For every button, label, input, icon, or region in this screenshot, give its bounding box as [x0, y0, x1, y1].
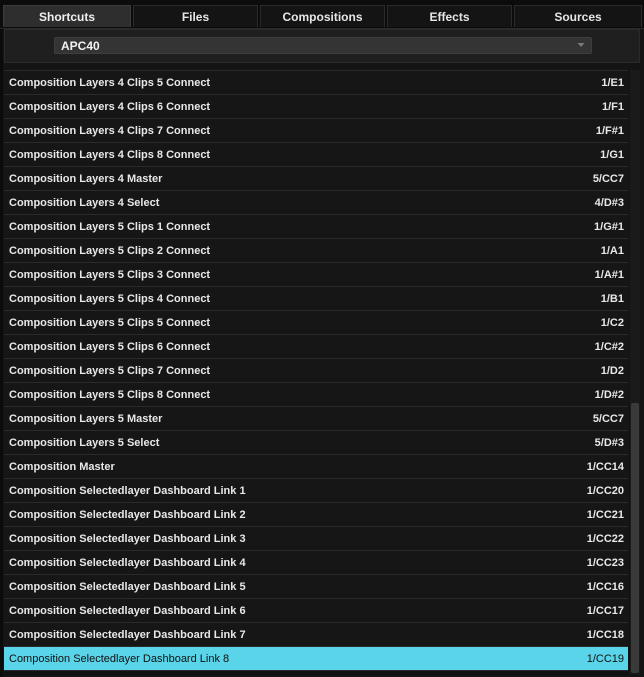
shortcut-key: 1/C#2	[594, 340, 624, 353]
shortcut-row[interactable]: Composition Layers 5 Clips 8 Connect 1/D#…	[4, 383, 628, 407]
device-select[interactable]: APC40	[54, 37, 592, 54]
shortcut-key: 5/CC7	[592, 412, 624, 425]
shortcut-row[interactable]: Composition Layers 4 Master 5/CC7	[4, 167, 628, 191]
shortcut-key: 1/C2	[600, 316, 624, 329]
shortcut-name: Composition Layers 4 Clips 8 Connect	[9, 148, 211, 161]
shortcut-name: Composition Master	[9, 460, 115, 473]
shortcut-row[interactable]: Composition Layers 5 Clips 4 Connect 1/B1	[4, 287, 628, 311]
scrollbar[interactable]	[630, 70, 640, 674]
shortcut-row[interactable]: Composition Selectedlayer Dashboard Link…	[4, 551, 628, 575]
shortcut-key: 1/CC20	[586, 484, 624, 497]
shortcut-row[interactable]: Composition Layers 5 Clips 2 Connect 1/A1	[4, 239, 628, 263]
shortcut-name: Composition Selectedlayer Dashboard Link…	[9, 604, 246, 617]
shortcut-key: 1/G1	[600, 148, 624, 161]
shortcut-name: Composition Selectedlayer Dashboard Link…	[9, 580, 246, 593]
shortcut-name: Composition Selectedlayer Dashboard Link…	[9, 532, 246, 545]
shortcut-row[interactable]: Composition Selectedlayer Dashboard Link…	[4, 599, 628, 623]
chevron-down-icon	[577, 43, 585, 47]
shortcut-row[interactable]: Composition Selectedlayer Dashboard Link…	[4, 479, 628, 503]
shortcut-row[interactable]: Composition Layers 4 Clips 6 Connect 1/F1	[4, 95, 628, 119]
shortcut-key: 1/A1	[600, 244, 624, 257]
shortcut-name: Composition Layers 5 Clips 4 Connect	[9, 292, 211, 305]
tab-bar: Shortcuts Files Compositions Effects Sou…	[0, 0, 644, 29]
shortcut-key: 1/CC21	[586, 508, 624, 521]
shortcut-key: 1/G#1	[594, 220, 624, 233]
shortcut-key: 5/CC7	[592, 172, 624, 185]
shortcut-name: Composition Layers 4 Clips 7 Connect	[9, 124, 211, 137]
device-toolbar: APC40	[4, 29, 640, 63]
shortcut-row[interactable]: Composition Layers 5 Clips 7 Connect 1/D2	[4, 359, 628, 383]
shortcut-key: 1/F#1	[595, 124, 624, 137]
shortcut-key: 1/A#1	[594, 268, 624, 281]
shortcut-name: Composition Layers 5 Clips 6 Connect	[9, 340, 211, 353]
shortcut-name: Composition Layers 5 Master	[9, 412, 163, 425]
shortcut-name: Composition Selectedlayer Dashboard Link…	[9, 652, 230, 665]
shortcut-key: 1/CC17	[586, 604, 624, 617]
shortcut-key: 1/F1	[601, 100, 624, 113]
tab-sources[interactable]: Sources	[514, 5, 642, 27]
shortcut-name: Composition Layers 5 Clips 7 Connect	[9, 364, 211, 377]
shortcut-row[interactable]: Composition Selectedlayer Dashboard Link…	[4, 623, 628, 647]
shortcut-name: Composition Layers 5 Clips 8 Connect	[9, 388, 211, 401]
shortcut-row[interactable]: Composition Selectedlayer Dashboard Link…	[4, 575, 628, 599]
shortcut-row[interactable]: Composition Layers 5 Master 5/CC7	[4, 407, 628, 431]
shortcut-key: 1/D2	[600, 364, 624, 377]
shortcut-name: Composition Layers 4 Clips 6 Connect	[9, 100, 211, 113]
shortcut-name: Composition Layers 4 Clips 5 Connect	[9, 76, 211, 89]
tab-files[interactable]: Files	[133, 5, 258, 27]
shortcut-row[interactable]: Composition Layers 4 Clips 8 Connect 1/G1	[4, 143, 628, 167]
shortcut-name: Composition Selectedlayer Dashboard Link…	[9, 628, 246, 641]
shortcut-name: Composition Layers 5 Select	[9, 436, 160, 449]
shortcut-row[interactable]: Composition Selectedlayer Dashboard Link…	[4, 503, 628, 527]
shortcut-name: Composition Layers 5 Clips 3 Connect	[9, 268, 211, 281]
shortcut-key: 1/CC18	[586, 628, 624, 641]
shortcut-key: 4/D#3	[594, 196, 624, 209]
shortcut-name: Composition Layers 4 Master	[9, 172, 163, 185]
shortcut-name: Composition Layers 4 Select	[9, 196, 160, 209]
tab-effects[interactable]: Effects	[387, 5, 512, 27]
shortcut-row[interactable]: Composition Layers 4 Select 4/D#3	[4, 191, 628, 215]
scrollbar-thumb[interactable]	[631, 403, 639, 673]
shortcut-row[interactable]: Composition Selectedlayer Dashboard Link…	[4, 527, 628, 551]
shortcut-row[interactable]: Composition Selectedlayer Dashboard Link…	[4, 647, 628, 671]
shortcut-name: Composition Layers 5 Clips 1 Connect	[9, 220, 211, 233]
shortcut-key: 1/CC23	[586, 556, 624, 569]
shortcut-key: 1/D#2	[594, 388, 624, 401]
device-select-value: APC40	[61, 38, 100, 53]
shortcut-row[interactable]: Composition Layers 5 Clips 6 Connect 1/C#…	[4, 335, 628, 359]
shortcut-name: Composition Layers 5 Clips 2 Connect	[9, 244, 211, 257]
shortcut-key: 5/D#3	[594, 436, 624, 449]
tab-shortcuts[interactable]: Shortcuts	[3, 5, 131, 27]
shortcut-row[interactable]: Composition Layers 5 Select 5/D#3	[4, 431, 628, 455]
shortcut-key: 1/CC16	[586, 580, 624, 593]
shortcut-key: 1/CC19	[586, 652, 624, 665]
shortcut-key: 1/CC14	[586, 460, 624, 473]
shortcut-key: 1/B1	[600, 292, 624, 305]
shortcut-name: Composition Layers 5 Clips 5 Connect	[9, 316, 211, 329]
shortcut-row[interactable]: Composition Layers 4 Clips 7 Connect 1/F#…	[4, 119, 628, 143]
shortcut-list: Composition Layers 4 Clips 5 Connect 1/E1…	[4, 70, 628, 675]
shortcut-key: 1/E1	[601, 76, 624, 89]
shortcut-name: Composition Selectedlayer Dashboard Link…	[9, 556, 246, 569]
panel-edge	[0, 29, 3, 677]
shortcut-row[interactable]: Composition Layers 4 Clips 5 Connect 1/E1	[4, 71, 628, 95]
shortcut-row[interactable]: Composition Layers 5 Clips 1 Connect 1/G#…	[4, 215, 628, 239]
shortcut-row[interactable]: Composition Master 1/CC14	[4, 455, 628, 479]
shortcut-key: 1/CC22	[586, 532, 624, 545]
tab-compositions[interactable]: Compositions	[260, 5, 385, 27]
shortcut-row[interactable]: Composition Layers 5 Clips 5 Connect 1/C2	[4, 311, 628, 335]
shortcut-row[interactable]: Composition Layers 5 Clips 3 Connect 1/A#…	[4, 263, 628, 287]
shortcut-name: Composition Selectedlayer Dashboard Link…	[9, 484, 246, 497]
shortcut-name: Composition Selectedlayer Dashboard Link…	[9, 508, 246, 521]
